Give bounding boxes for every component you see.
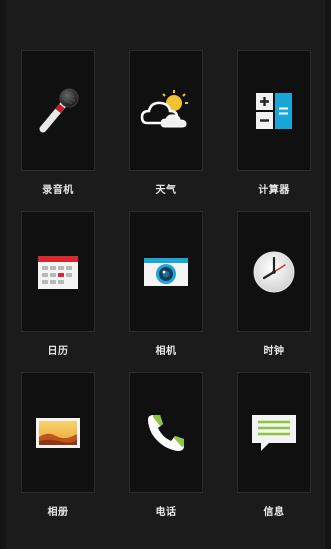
app-tile-messages[interactable] <box>237 372 311 493</box>
app-camera[interactable]: 相机 <box>129 211 203 372</box>
app-tile-gallery[interactable] <box>21 372 95 493</box>
app-tile-recorder[interactable] <box>21 50 95 171</box>
app-calendar[interactable]: 日历 <box>21 211 95 372</box>
app-label: 日历 <box>47 346 69 357</box>
app-label: 天气 <box>155 185 177 196</box>
app-phone[interactable]: 电话 <box>129 372 203 533</box>
app-calculator[interactable]: 计算器 <box>237 50 311 211</box>
app-label: 相机 <box>155 346 177 357</box>
app-label: 电话 <box>155 507 177 518</box>
app-label: 信息 <box>263 507 285 518</box>
app-tile-camera[interactable] <box>129 211 203 332</box>
launcher-screen: 录音机 天气 计算器 日历 相机 时钟 相册 电话 信息 <box>6 0 325 549</box>
app-recorder[interactable]: 录音机 <box>21 50 95 211</box>
app-messages[interactable]: 信息 <box>237 372 311 533</box>
phone-icon <box>144 411 188 455</box>
calendar-icon <box>36 252 80 292</box>
message-icon <box>249 411 299 455</box>
calculator-icon <box>254 91 294 131</box>
app-tile-weather[interactable] <box>129 50 203 171</box>
app-tile-calendar[interactable] <box>21 211 95 332</box>
app-grid: 录音机 天气 计算器 日历 相机 时钟 相册 电话 信息 <box>21 50 311 533</box>
microphone-icon <box>32 85 84 137</box>
app-gallery[interactable]: 相册 <box>21 372 95 533</box>
app-tile-phone[interactable] <box>129 372 203 493</box>
weather-icon <box>139 89 193 133</box>
app-label: 计算器 <box>258 185 290 196</box>
app-label: 时钟 <box>263 346 285 357</box>
camera-icon <box>142 254 190 290</box>
app-tile-clock[interactable] <box>237 211 311 332</box>
app-clock[interactable]: 时钟 <box>237 211 311 372</box>
app-label: 相册 <box>47 507 69 518</box>
clock-icon <box>251 249 297 295</box>
app-label: 录音机 <box>42 185 74 196</box>
app-tile-calculator[interactable] <box>237 50 311 171</box>
app-weather[interactable]: 天气 <box>129 50 203 211</box>
gallery-icon <box>34 415 82 451</box>
